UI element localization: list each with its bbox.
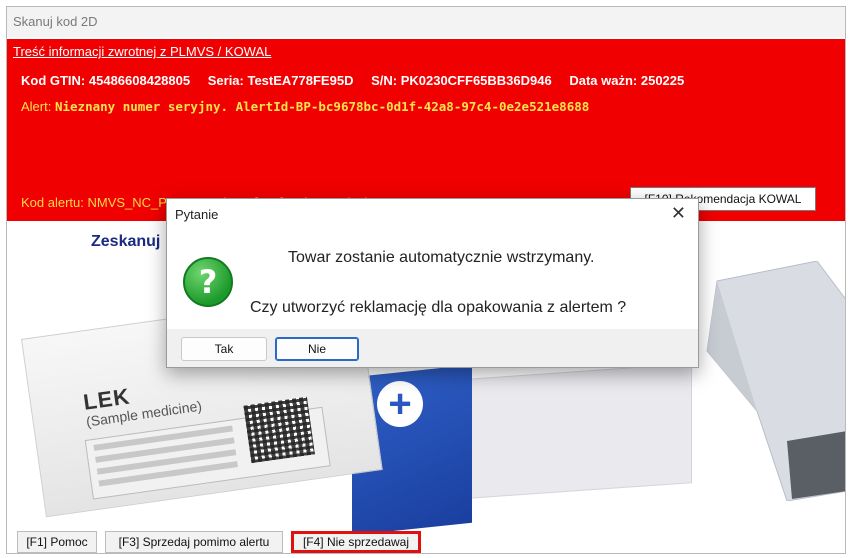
- no-button[interactable]: Nie: [275, 337, 359, 361]
- dialog-message-2: Czy utworzyć reklamację dla opakowania z…: [250, 299, 627, 316]
- close-icon[interactable]: ✕: [671, 203, 686, 224]
- scan-heading: Zeskanuj: [91, 233, 161, 250]
- scanner-image: [706, 261, 845, 501]
- alert-panel: Treść informacji zwrotnej z PLMVS / KOWA…: [7, 39, 845, 221]
- window-title: Skanuj kod 2D: [7, 7, 845, 37]
- gtin-text: Kod GTIN: 45486608428805: [21, 73, 191, 88]
- question-dialog: Pytanie ✕ ? Towar zostanie automatycznie…: [166, 198, 699, 368]
- dialog-button-bar: Tak Nie: [167, 329, 698, 367]
- expiry-text: Data ważn: 250225: [569, 73, 685, 88]
- alert-line: Alert: Nieznany numer seryjny. AlertId-B…: [21, 99, 589, 114]
- help-button[interactable]: [F1] Pomoc: [17, 531, 97, 553]
- question-icon: ?: [183, 257, 233, 307]
- alert-label: Alert:: [21, 99, 52, 114]
- product-box-back: [467, 363, 692, 499]
- datamatrix-code: [243, 396, 315, 464]
- dialog-message-1: Towar zostanie automatycznie wstrzymany.: [288, 249, 595, 266]
- alert-message: Nieznany numer seryjny. AlertId-BP-bc967…: [54, 99, 590, 114]
- serial-text: Seria: TestEA778FE95D: [207, 73, 354, 88]
- product-info-line: Kod GTIN: 45486608428805 Seria: TestEA77…: [21, 73, 698, 88]
- sell-anyway-button[interactable]: [F3] Sprzedaj pomimo alertu: [105, 531, 283, 553]
- sn-text: S/N: PK0230CFF65BB36D946: [371, 73, 552, 88]
- yes-button[interactable]: Tak: [181, 337, 267, 361]
- footer-bar: [F1] Pomoc [F3] Sprzedaj pomimo alertu […: [7, 527, 845, 553]
- plus-icon: +: [377, 381, 423, 427]
- alert-header: Treść informacji zwrotnej z PLMVS / KOWA…: [13, 44, 272, 59]
- dialog-title: Pytanie: [175, 207, 219, 222]
- dont-sell-button[interactable]: [F4] Nie sprzedawaj: [291, 531, 421, 553]
